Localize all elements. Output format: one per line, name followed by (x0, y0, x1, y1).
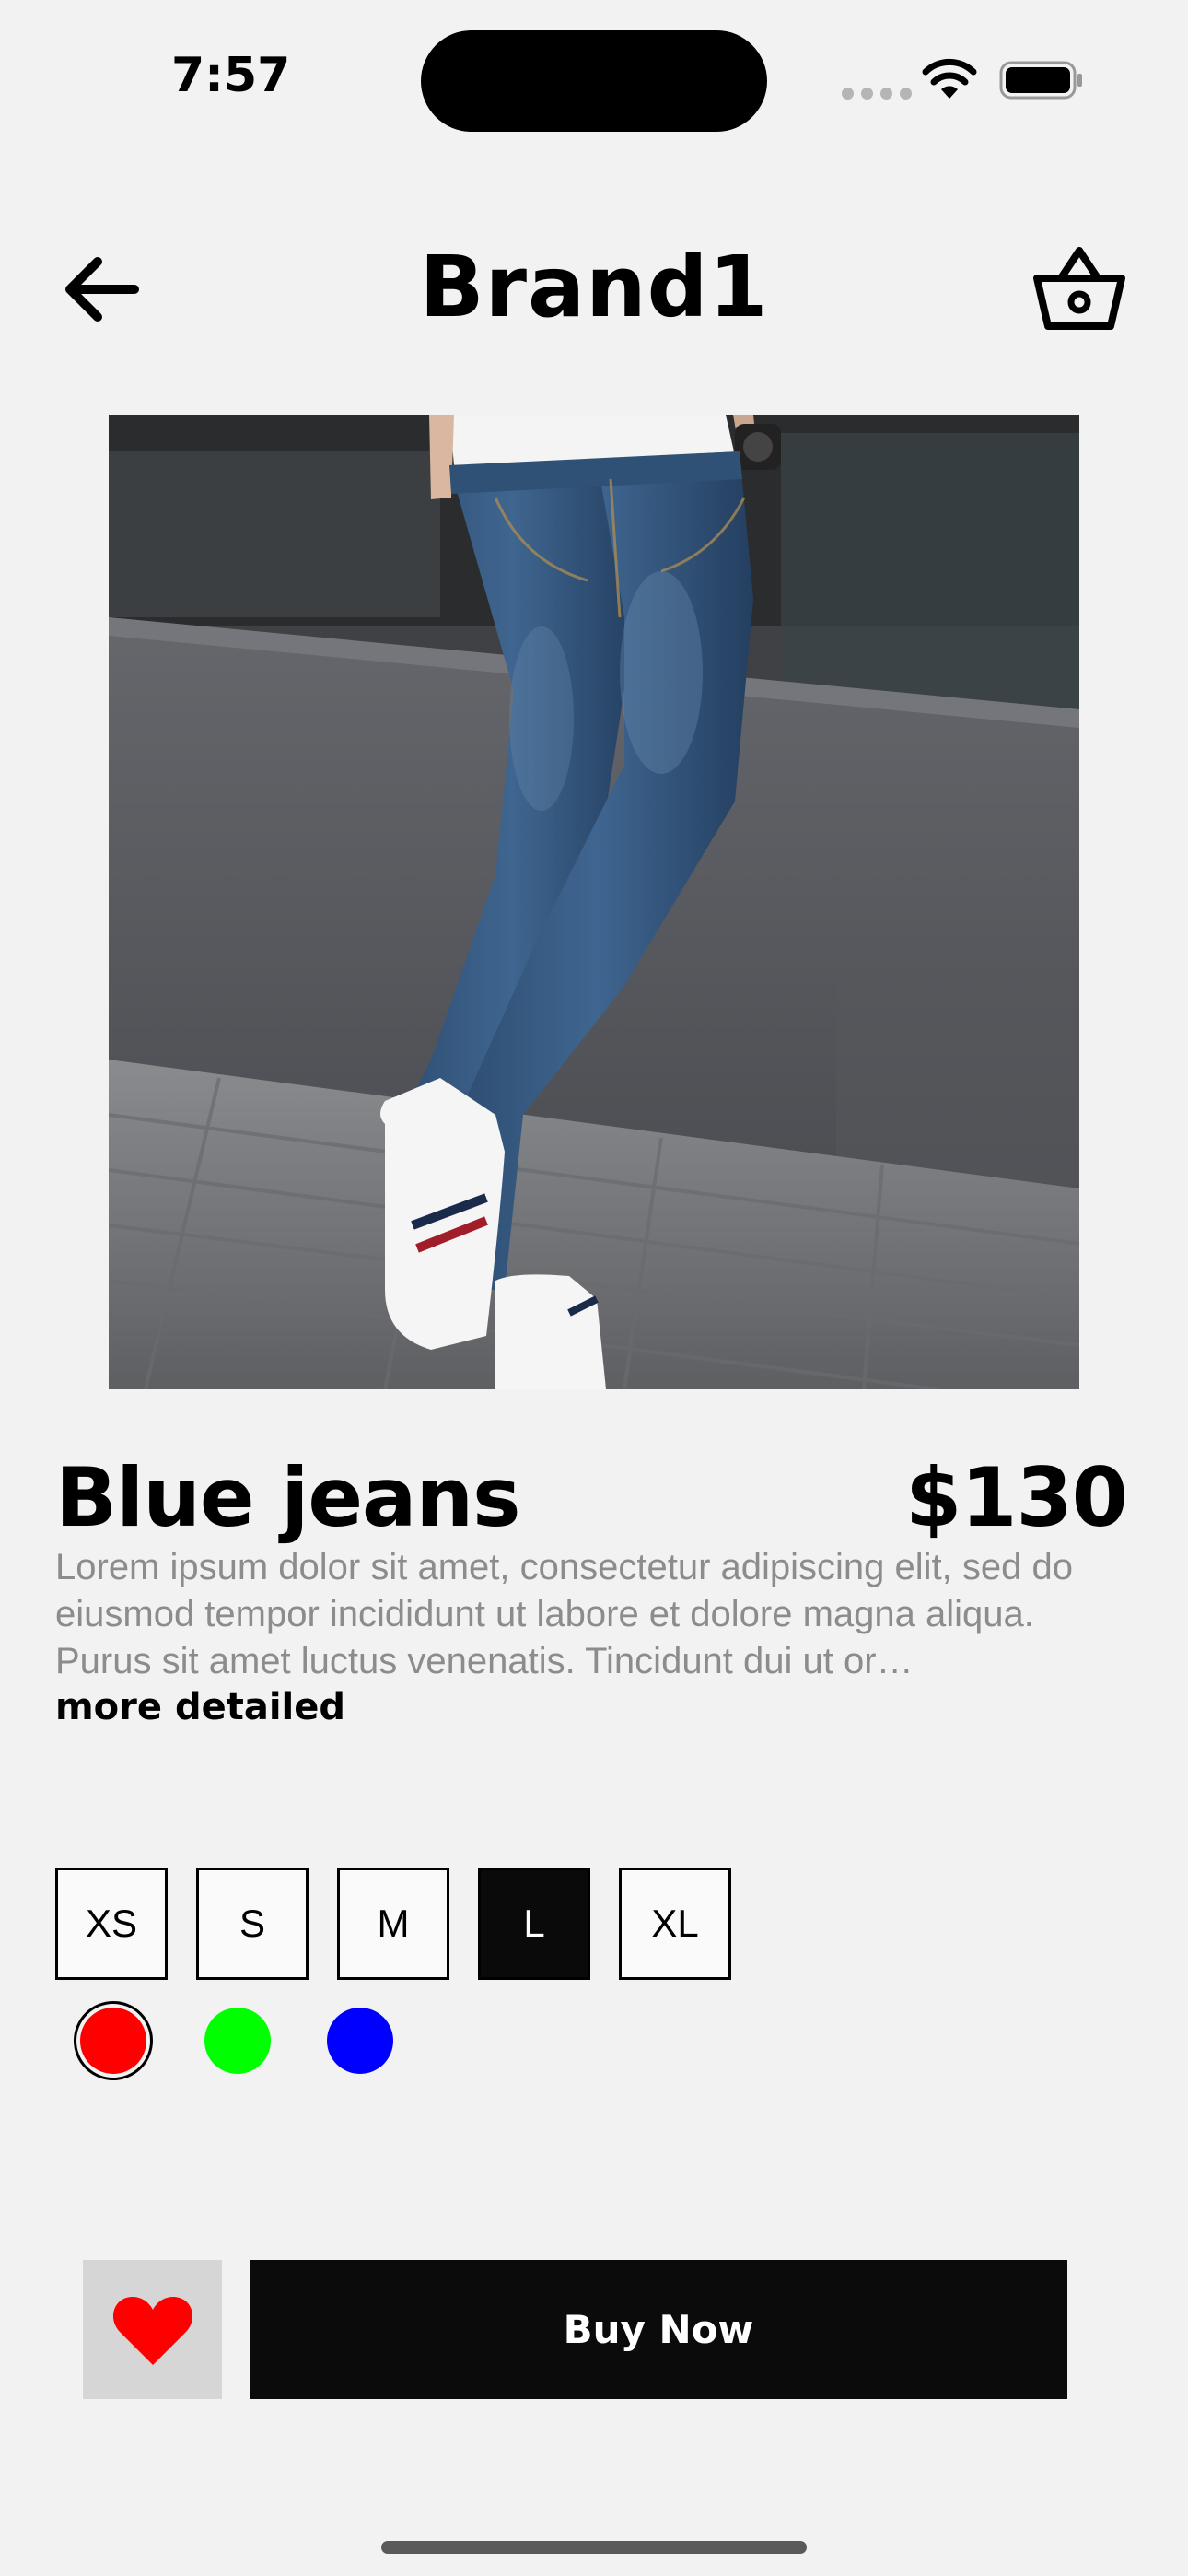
size-option-l[interactable]: L (478, 1868, 590, 1980)
color-swatch-green[interactable] (204, 2008, 271, 2074)
status-time: 7:57 (171, 48, 291, 103)
wifi-icon (922, 58, 977, 99)
size-option-s[interactable]: S (196, 1868, 309, 1980)
product-image (109, 415, 1079, 1389)
favorite-button[interactable] (83, 2260, 222, 2399)
color-swatch-blue[interactable] (327, 2008, 393, 2074)
product-name: Blue jeans (55, 1450, 520, 1545)
size-option-xs[interactable]: XS (55, 1868, 168, 1980)
dynamic-island (421, 30, 767, 132)
cellular-signal-icon (842, 88, 912, 100)
more-detailed-link[interactable]: more detailed (55, 1686, 345, 1728)
product-description: Lorem ipsum dolor sit amet, consectetur … (55, 1547, 1073, 1681)
product-price: $130 (905, 1450, 1128, 1545)
battery-icon (999, 61, 1082, 100)
size-option-xl[interactable]: XL (619, 1868, 731, 1980)
buy-now-button[interactable]: Buy Now (250, 2260, 1067, 2399)
basket-icon[interactable] (1033, 245, 1125, 332)
color-swatch-red[interactable] (80, 2008, 146, 2074)
page-title: Brand1 (419, 238, 769, 336)
heart-icon (112, 2296, 192, 2365)
size-option-m[interactable]: M (337, 1868, 449, 1980)
home-indicator[interactable] (381, 2541, 807, 2554)
size-selector: XS S M L XL (55, 1868, 731, 1980)
